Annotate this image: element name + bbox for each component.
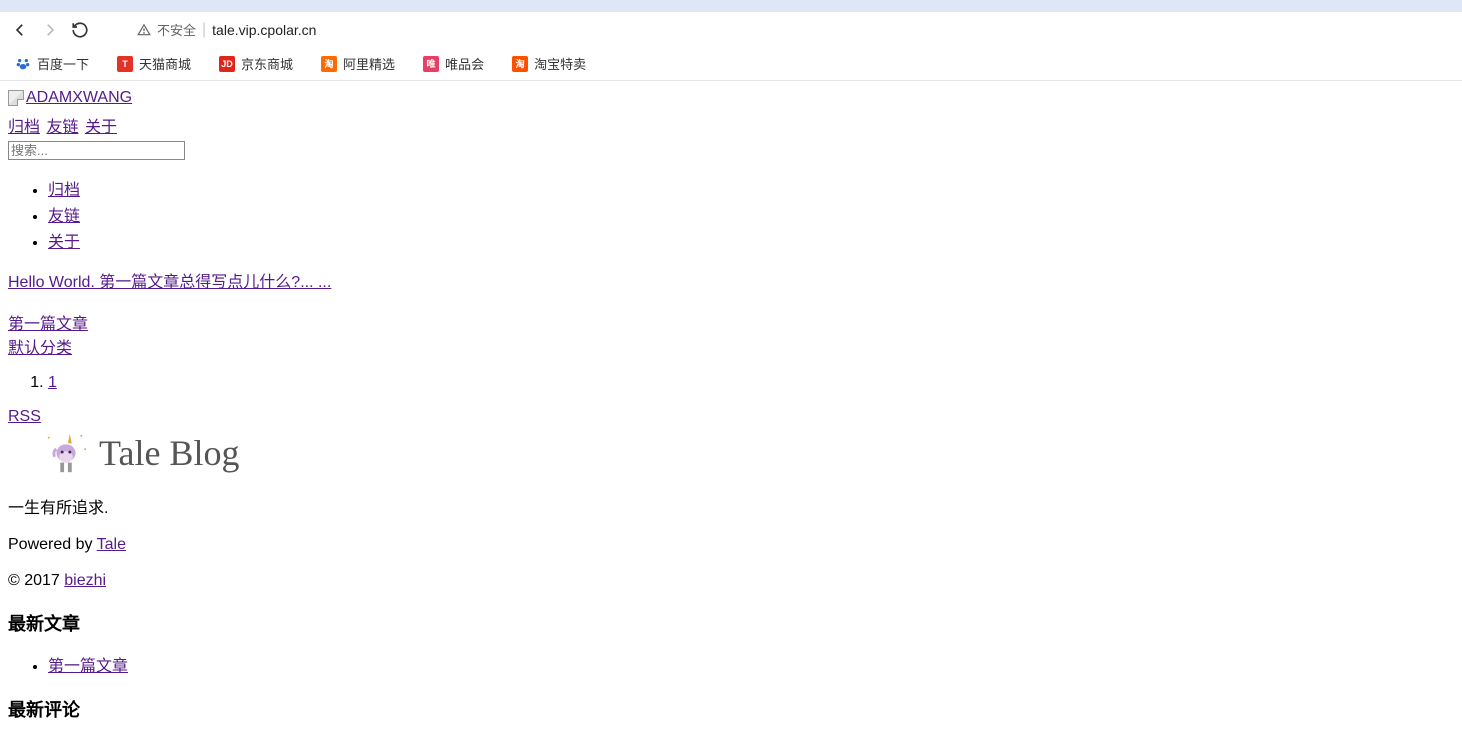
site-logo-link[interactable]: ADAMXWANG xyxy=(8,89,132,107)
category-row: 默认分类 xyxy=(8,334,1454,358)
bookmark-ali[interactable]: 淘 阿里精选 xyxy=(321,54,395,73)
page-1-link[interactable]: 1 xyxy=(48,374,57,391)
nav-links[interactable]: 友链 xyxy=(46,119,78,136)
taobao-icon: 淘 xyxy=(512,56,528,72)
nav2-links[interactable]: 友链 xyxy=(48,208,80,225)
list-item: 友链 xyxy=(48,202,1454,226)
list-item: 归档 xyxy=(48,176,1454,200)
nav-archive[interactable]: 归档 xyxy=(8,119,40,136)
browser-tab-strip xyxy=(0,0,1462,12)
nav2-about[interactable]: 关于 xyxy=(48,234,80,251)
brand-logo: Tale Blog xyxy=(43,430,1454,476)
reload-button[interactable] xyxy=(70,20,90,40)
bookmark-label: 百度一下 xyxy=(37,54,89,73)
tagline: 一生有所追求. xyxy=(8,494,1454,518)
bookmark-tmall[interactable]: T 天猫商城 xyxy=(117,54,191,73)
powered-link[interactable]: Tale xyxy=(97,536,126,553)
tmall-icon: T xyxy=(117,56,133,72)
bookmarks-bar: 百度一下 T 天猫商城 JD 京东商城 淘 阿里精选 唯 唯品会 淘 淘宝特卖 xyxy=(0,47,1462,81)
vip-icon: 唯 xyxy=(423,56,439,72)
forward-button[interactable] xyxy=(40,20,60,40)
copyright: © 2017 biezhi xyxy=(8,572,1454,590)
browser-toolbar: 不安全 | tale.vip.cpolar.cn xyxy=(0,12,1462,47)
bookmark-jd[interactable]: JD 京东商城 xyxy=(219,54,293,73)
site-logo-alt: ADAMXWANG xyxy=(26,89,132,107)
ali-icon: 淘 xyxy=(321,56,337,72)
category-link[interactable]: 默认分类 xyxy=(8,334,72,358)
bookmark-label: 京东商城 xyxy=(241,54,293,73)
copyright-prefix: © 2017 xyxy=(8,572,64,589)
secondary-nav: 归档 友链 关于 xyxy=(8,176,1454,252)
bookmark-label: 唯品会 xyxy=(445,54,484,73)
bookmark-label: 阿里精选 xyxy=(343,54,395,73)
powered-prefix: Powered by xyxy=(8,536,97,553)
bookmark-vip[interactable]: 唯 唯品会 xyxy=(423,54,484,73)
address-bar[interactable]: 不安全 | tale.vip.cpolar.cn xyxy=(125,15,328,45)
post-title-link[interactable]: Hello World. 第一篇文章总得写点儿什么?... ... xyxy=(8,274,331,291)
bookmark-taobao[interactable]: 淘 淘宝特卖 xyxy=(512,54,586,73)
url-text: tale.vip.cpolar.cn xyxy=(212,22,316,38)
primary-nav: 归档 友链 关于 xyxy=(8,113,1454,137)
latest-articles-heading: 最新文章 xyxy=(8,610,1454,636)
powered-by: Powered by Tale xyxy=(8,536,1454,554)
rss-row: RSS xyxy=(8,408,1454,426)
list-item: 关于 xyxy=(48,228,1454,252)
pagination: 1 xyxy=(8,374,1454,392)
nav2-archive[interactable]: 归档 xyxy=(48,182,80,199)
jd-icon: JD xyxy=(219,56,235,72)
post-tag-link[interactable]: 第一篇文章 xyxy=(8,310,88,334)
brand-text: Tale Blog xyxy=(99,432,239,474)
list-item: 1 xyxy=(48,374,1454,392)
warning-icon xyxy=(137,23,151,37)
article-link[interactable]: 第一篇文章 xyxy=(48,658,128,675)
rss-link[interactable]: RSS xyxy=(8,408,41,426)
post-tag-row: 第一篇文章 xyxy=(8,310,1454,334)
security-label: 不安全 xyxy=(157,20,196,39)
bookmark-label: 天猫商城 xyxy=(139,54,191,73)
bookmark-baidu[interactable]: 百度一下 xyxy=(15,54,89,73)
broken-image-icon xyxy=(8,90,24,106)
nav-about[interactable]: 关于 xyxy=(85,119,117,136)
latest-articles-list: 第一篇文章 xyxy=(8,652,1454,676)
page-content: ADAMXWANG 归档 友链 关于 归档 友链 关于 Hello World.… xyxy=(0,81,1462,744)
list-item: 第一篇文章 xyxy=(48,652,1454,676)
unicorn-icon xyxy=(43,430,89,476)
copyright-link[interactable]: biezhi xyxy=(64,572,106,589)
post-excerpt: Hello World. 第一篇文章总得写点儿什么?... ... xyxy=(8,268,1454,292)
search-input[interactable] xyxy=(8,141,185,160)
paw-icon xyxy=(15,56,31,72)
back-button[interactable] xyxy=(10,20,30,40)
latest-comments-heading: 最新评论 xyxy=(8,696,1454,722)
bookmark-label: 淘宝特卖 xyxy=(534,54,586,73)
